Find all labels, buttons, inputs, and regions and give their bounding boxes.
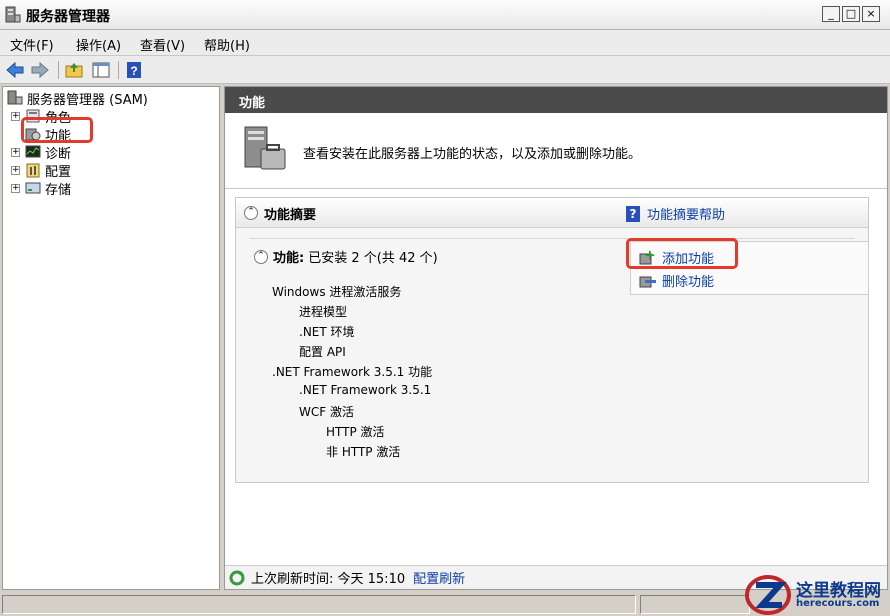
list-item: 进程模型 bbox=[299, 305, 348, 319]
help-link-label: 功能摘要帮助 bbox=[647, 208, 726, 223]
features-heading: ⌃ 功能: 已安装 2 个(共 42 个) bbox=[254, 247, 438, 266]
server-manager-icon bbox=[5, 6, 21, 23]
remove-features-link[interactable]: 删除功能 bbox=[639, 271, 714, 290]
remove-features-icon bbox=[639, 276, 656, 287]
feature-summary-help-link[interactable]: ? 功能摘要帮助 bbox=[626, 204, 725, 223]
diagnostics-icon bbox=[25, 145, 41, 158]
collapse-section-button[interactable]: ⌃ bbox=[244, 206, 258, 220]
section-header: ⌃ 功能摘要 ? 功能摘要帮助 bbox=[236, 198, 868, 228]
window-title: 服务器管理器 bbox=[26, 9, 110, 25]
status-cell bbox=[640, 595, 750, 614]
features-subsection: ⌃ 功能: 已安装 2 个(共 42 个) Windows 进程激活服务 进程模… bbox=[250, 238, 869, 470]
storage-icon bbox=[25, 182, 41, 194]
close-button[interactable]: × bbox=[862, 6, 880, 22]
back-arrow-icon[interactable] bbox=[5, 60, 25, 80]
collapse-features-button[interactable]: ⌃ bbox=[254, 249, 268, 264]
list-item: .NET Framework 3.5.1 功能 bbox=[272, 365, 433, 379]
show-hide-tree-icon[interactable] bbox=[91, 60, 111, 80]
menu-view[interactable]: 查看(V) bbox=[140, 35, 185, 54]
refresh-icon bbox=[229, 570, 245, 585]
expand-toggle[interactable]: + bbox=[11, 111, 20, 121]
features-large-icon bbox=[244, 126, 286, 170]
list-item: .NET 环境 bbox=[299, 325, 355, 339]
tree-item-diagnostics[interactable]: + 诊断 bbox=[11, 143, 72, 162]
minimize-button[interactable]: _ bbox=[822, 6, 840, 22]
tree-item-label: 存储 bbox=[45, 182, 72, 198]
expand-toggle[interactable]: + bbox=[11, 147, 20, 157]
menu-help[interactable]: 帮助(H) bbox=[204, 35, 250, 54]
site-watermark: 这里教程网 herecours.com bbox=[744, 574, 890, 616]
watermark-url: herecours.com bbox=[796, 598, 880, 609]
watermark-logo-icon bbox=[745, 575, 791, 615]
tree-root[interactable]: 服务器管理器 (SAM) bbox=[7, 89, 148, 108]
section-title: 功能摘要 bbox=[264, 208, 317, 223]
console-tree: 服务器管理器 (SAM) + 角色 功能 + 诊断 + 配置 + 存储 bbox=[2, 86, 220, 590]
toolbar: ? bbox=[0, 56, 890, 84]
details-pane: 功能 查看安装在此服务器上功能的状态，以及添加或删除功能。 ⌃ 功能摘要 ? 功… bbox=[224, 86, 888, 590]
highlight-box bbox=[21, 117, 93, 143]
actions-panel: 添加功能 删除功能 bbox=[626, 238, 869, 295]
title-bar: 服务器管理器 _ □ × bbox=[0, 0, 890, 30]
features-status: 已安装 2 个(共 42 个) bbox=[308, 251, 438, 266]
status-cell bbox=[2, 595, 636, 614]
list-item: Windows 进程激活服务 bbox=[272, 285, 402, 299]
list-item: HTTP 激活 bbox=[326, 425, 385, 439]
svg-text:?: ? bbox=[130, 64, 137, 78]
last-refresh-text: 上次刷新时间: 今天 15:10 bbox=[251, 572, 406, 587]
list-item: WCF 激活 bbox=[299, 405, 354, 419]
tree-item-configuration[interactable]: + 配置 bbox=[11, 161, 72, 180]
intro-text: 查看安装在此服务器上功能的状态，以及添加或删除功能。 bbox=[303, 147, 642, 162]
configure-refresh-link[interactable]: 配置刷新 bbox=[413, 568, 465, 587]
remove-features-label: 删除功能 bbox=[662, 275, 715, 290]
features-label: 功能: bbox=[273, 251, 305, 266]
help-icon[interactable]: ? bbox=[124, 60, 144, 80]
expand-toggle[interactable]: + bbox=[11, 165, 20, 175]
menu-action[interactable]: 操作(A) bbox=[76, 35, 121, 54]
pane-header: 功能 bbox=[225, 87, 887, 113]
maximize-button[interactable]: □ bbox=[842, 6, 860, 22]
menu-file[interactable]: 文件(F) bbox=[10, 35, 54, 54]
forward-arrow-icon[interactable] bbox=[30, 60, 50, 80]
server-icon bbox=[7, 90, 23, 105]
expand-toggle[interactable]: + bbox=[11, 183, 20, 193]
tree-item-storage[interactable]: + 存储 bbox=[11, 179, 72, 198]
list-item: 非 HTTP 激活 bbox=[326, 445, 401, 459]
highlight-box bbox=[626, 238, 738, 269]
tree-item-label: 配置 bbox=[45, 164, 72, 180]
menu-bar: 文件(F) 操作(A) 查看(V) 帮助(H) bbox=[0, 30, 890, 56]
intro-banner: 查看安装在此服务器上功能的状态，以及添加或删除功能。 bbox=[225, 113, 887, 189]
help-icon: ? bbox=[626, 205, 640, 222]
list-item: 配置 API bbox=[299, 345, 346, 359]
up-folder-icon[interactable] bbox=[64, 60, 84, 80]
configuration-icon bbox=[26, 163, 40, 178]
pane-header-title: 功能 bbox=[239, 96, 266, 111]
tree-root-label: 服务器管理器 (SAM) bbox=[27, 92, 148, 108]
feature-summary-section: ⌃ 功能摘要 ? 功能摘要帮助 ⌃ 功能: 已安装 2 个(共 42 个) Wi… bbox=[235, 197, 869, 483]
tree-item-label: 诊断 bbox=[45, 146, 72, 162]
list-item: .NET Framework 3.5.1 bbox=[299, 383, 432, 397]
